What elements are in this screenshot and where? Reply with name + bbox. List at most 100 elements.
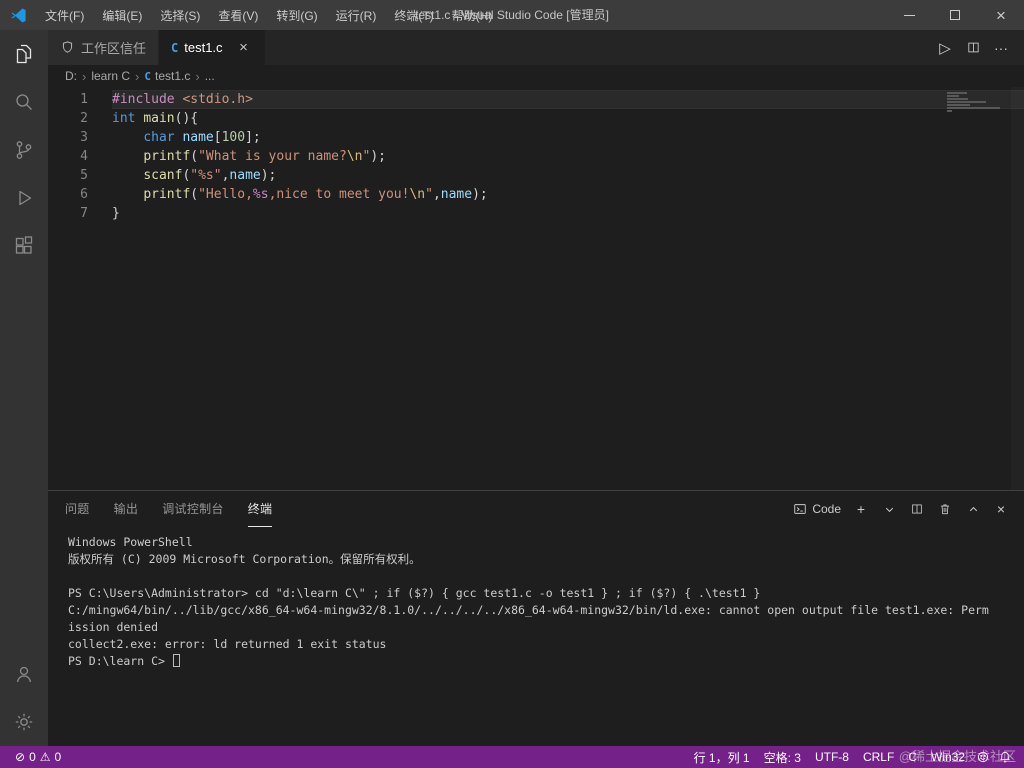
problems-status[interactable]: ⊘ 0 ⚠ 0: [8, 746, 68, 768]
terminal-line: PS D:\learn C>: [68, 653, 1014, 670]
breadcrumb-item[interactable]: D:: [65, 69, 77, 83]
run-and-debug-icon[interactable]: [0, 174, 48, 222]
panel-tabs: 问题 输出 调试控制台 终端: [65, 491, 296, 527]
minimap-line: [947, 98, 968, 100]
code-line[interactable]: 7}: [48, 204, 1024, 223]
panel-tab[interactable]: 终端: [247, 491, 273, 527]
notifications-bell-icon[interactable]: [994, 746, 1016, 768]
code-line[interactable]: 6 printf("Hello,%s,nice to meet you!\n",…: [48, 185, 1024, 204]
minimap[interactable]: [944, 92, 1008, 112]
menu-item[interactable]: 运行(R): [327, 0, 386, 30]
maximize-panel-chevron-up-icon[interactable]: [960, 496, 986, 522]
code-line[interactable]: 4 printf("What is your name?\n");: [48, 147, 1024, 166]
tab-label: 工作区信任: [81, 41, 147, 56]
chevron-down-icon[interactable]: [876, 496, 902, 522]
terminal-content[interactable]: Windows PowerShell 版权所有 (C) 2009 Microsof…: [48, 527, 1024, 746]
terminal-profile-button[interactable]: Code: [788, 502, 846, 516]
maximize-icon[interactable]: [932, 0, 978, 30]
minimap-line: [947, 104, 971, 106]
minimap-line: [947, 107, 1000, 109]
status-right-items: 行 1，列 1 空格: 3 UTF-8 CRLF C Win32: [687, 746, 972, 768]
panel-tab[interactable]: 输出: [114, 491, 139, 527]
tab-workspace-trust[interactable]: 工作区信任: [48, 30, 160, 65]
terminal-line: Windows PowerShell: [68, 535, 193, 549]
editor-scrollbar[interactable]: [1011, 87, 1024, 490]
breadcrumb-separator-icon: ›: [135, 68, 140, 84]
menu-item[interactable]: 转到(G): [267, 0, 326, 30]
code-line[interactable]: 2 int main(){: [48, 109, 1024, 128]
profile-label: Code: [812, 502, 841, 516]
tab-bar: 工作区信任 C test1.c × ▷ ···: [48, 30, 1024, 65]
close-window-icon[interactable]: ×: [978, 0, 1024, 30]
terminal-line: ission denied: [68, 620, 159, 634]
menu-item[interactable]: 查看(V): [209, 0, 267, 30]
status-right: 行 1，列 1 空格: 3 UTF-8 CRLF C Win32: [687, 746, 1024, 768]
close-panel-icon[interactable]: ×: [988, 496, 1014, 522]
source-control-icon[interactable]: [0, 126, 48, 174]
code-line[interactable]: 3 char name[100];: [48, 128, 1024, 147]
breadcrumb-separator-icon: ›: [195, 68, 200, 84]
vscode-window: 文件(F) 编辑(E) 选择(S) 查看(V) 转到(G) 运行(R) 终端(T) 帮助(H)…: [0, 0, 1024, 768]
minimap-line: [947, 92, 967, 94]
tab-test1-c[interactable]: C test1.c ×: [159, 30, 266, 65]
menu-item[interactable]: 编辑(E): [93, 0, 151, 30]
accounts-icon[interactable]: [0, 650, 48, 698]
editor-actions: ▷ ···: [932, 30, 1024, 65]
code-line[interactable]: 1 #include <stdio.h>: [48, 90, 1024, 109]
vscode-logo-icon[interactable]: [0, 0, 36, 30]
editor-column: 工作区信任 C test1.c × ▷ ··· D: › learn C › C…: [48, 30, 1024, 746]
search-icon[interactable]: [0, 78, 48, 126]
extensions-icon[interactable]: [0, 222, 48, 270]
minimap-line: [947, 110, 952, 112]
status-left: ⊘ 0 ⚠ 0: [0, 746, 68, 768]
menu-item[interactable]: 选择(S): [151, 0, 209, 30]
status-item[interactable]: CRLF: [856, 746, 901, 768]
explorer-icon[interactable]: [0, 30, 48, 78]
menu-item[interactable]: 帮助(H): [443, 0, 502, 30]
breadcrumb-item[interactable]: ...: [205, 69, 215, 83]
status-item[interactable]: 空格: 3: [757, 746, 808, 768]
close-tab-icon[interactable]: ×: [235, 39, 253, 57]
feedback-smiley-icon[interactable]: [972, 746, 994, 768]
line-number: 4: [80, 149, 88, 164]
status-item[interactable]: Win32: [924, 746, 972, 768]
kill-terminal-trash-icon[interactable]: [932, 496, 958, 522]
menu-bar: 文件(F) 编辑(E) 选择(S) 查看(V) 转到(G) 运行(R) 终端(T) 帮助(H): [36, 0, 501, 30]
warning-count: 0: [54, 750, 62, 764]
shield-icon: [60, 40, 75, 55]
line-number: 2: [80, 111, 88, 126]
breadcrumb-item[interactable]: Ctest1.c: [144, 69, 190, 83]
status-item[interactable]: UTF-8: [808, 746, 856, 768]
code-editor[interactable]: 1 #include <stdio.h> 2 int main(){3 char na…: [48, 87, 1024, 490]
menu-item[interactable]: 终端(T): [385, 0, 442, 30]
terminal-icon: [793, 502, 807, 516]
error-count: 0: [29, 750, 36, 764]
more-actions-icon[interactable]: ···: [988, 35, 1014, 61]
minimap-line: [947, 95, 960, 97]
status-item[interactable]: C: [901, 746, 924, 768]
main-area: 工作区信任 C test1.c × ▷ ··· D: › learn C › C…: [0, 30, 1024, 746]
terminal-line: PS C:\Users\Administrator> cd "d:\learn …: [68, 586, 761, 600]
minimize-icon[interactable]: [886, 0, 932, 30]
line-number: 1: [80, 92, 88, 107]
new-terminal-icon[interactable]: +: [848, 496, 874, 522]
c-file-icon: C: [171, 40, 179, 55]
breadcrumb-item[interactable]: learn C: [91, 69, 130, 83]
c-file-icon: C: [144, 69, 151, 83]
error-icon: ⊘: [15, 750, 26, 764]
split-editor-icon[interactable]: [960, 35, 986, 61]
warning-icon: ⚠: [39, 750, 51, 764]
terminal-line: collect2.exe: error: ld returned 1 exit …: [68, 637, 387, 651]
code-line[interactable]: 5 scanf("%s",name);: [48, 166, 1024, 185]
terminal-line: C:/mingw64/bin/../lib/gcc/x86_64-w64-min…: [68, 603, 989, 617]
panel-header: 问题 输出 调试控制台 终端 Code + ×: [48, 491, 1024, 527]
panel-tab[interactable]: 调试控制台: [162, 491, 224, 527]
run-file-icon[interactable]: ▷: [932, 35, 958, 61]
menu-item[interactable]: 文件(F): [36, 0, 93, 30]
line-number: 5: [80, 168, 88, 183]
panel-tab[interactable]: 问题: [65, 491, 90, 527]
status-item[interactable]: 行 1，列 1: [687, 746, 757, 768]
split-terminal-icon[interactable]: [904, 496, 930, 522]
activity-bar: [0, 30, 48, 746]
settings-gear-icon[interactable]: [0, 698, 48, 746]
